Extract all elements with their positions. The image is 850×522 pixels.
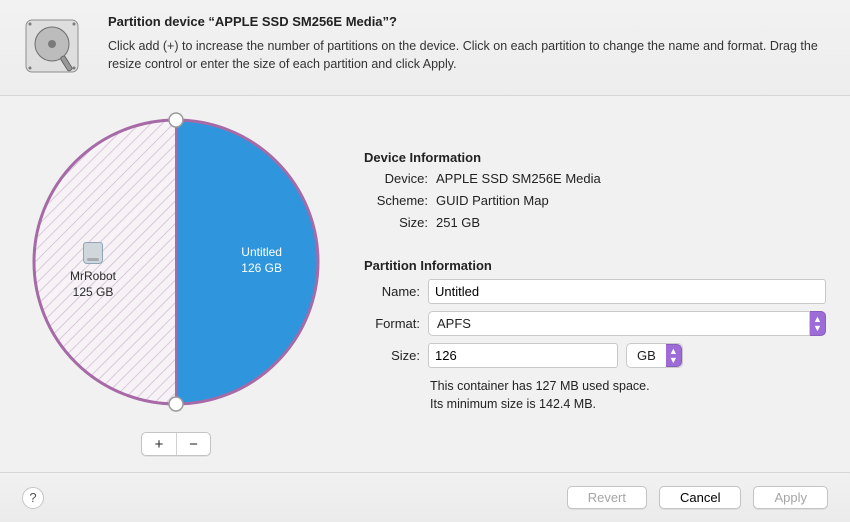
remove-partition-button[interactable]: − [176,433,210,455]
size-unit-value: GB [627,344,666,367]
partition-info-title: Partition Information [364,258,826,273]
name-input[interactable] [428,279,826,304]
dialog-title: Partition device “APPLE SSD SM256E Media… [108,14,832,29]
partition-label-mrrobot: MrRobot 125 GB [70,242,116,300]
add-partition-button[interactable]: + [142,433,176,455]
size-hint: This container has 127 MB used space. It… [430,378,826,413]
help-button[interactable]: ? [22,487,44,509]
name-label: Name: [372,284,420,299]
device-value: APPLE SSD SM256E Media [436,171,601,186]
apply-button[interactable]: Apply [753,486,828,509]
dialog-footer: ? Revert Cancel Apply [0,472,850,522]
partition-add-remove: + − [141,432,211,456]
cancel-button[interactable]: Cancel [659,486,741,509]
partition-label-name: Untitled [241,244,282,260]
dialog-header: Partition device “APPLE SSD SM256E Media… [0,0,850,96]
format-label: Format: [372,316,420,331]
format-select[interactable]: APFS ▲▼ [428,311,826,336]
format-value: APFS [428,311,810,336]
devsize-value: 251 GB [436,215,480,230]
hint-line: This container has 127 MB used space. [430,378,826,396]
devsize-label: Size: [372,215,428,230]
hint-line: Its minimum size is 142.4 MB. [430,396,826,414]
partition-label-untitled: Untitled 126 GB [241,244,282,276]
disk-icon [20,14,84,78]
device-info-title: Device Information [364,150,826,165]
chevron-up-down-icon: ▲▼ [810,311,826,336]
scheme-label: Scheme: [372,193,428,208]
partition-pie-chart[interactable]: MrRobot 125 GB Untitled 126 GB [26,112,326,412]
scheme-value: GUID Partition Map [436,193,549,208]
size-unit-select[interactable]: GB ▲▼ [626,343,683,368]
device-label: Device: [372,171,428,186]
partition-label-name: MrRobot [70,268,116,284]
partition-label-size: 125 GB [70,284,116,300]
partition-label-size: 126 GB [241,260,282,276]
dialog-subtitle: Click add (+) to increase the number of … [108,37,832,73]
chevron-up-down-icon: ▲▼ [666,344,682,367]
revert-button[interactable]: Revert [567,486,647,509]
volume-icon [83,242,103,264]
size-input[interactable] [428,343,618,368]
size-label: Size: [372,348,420,363]
